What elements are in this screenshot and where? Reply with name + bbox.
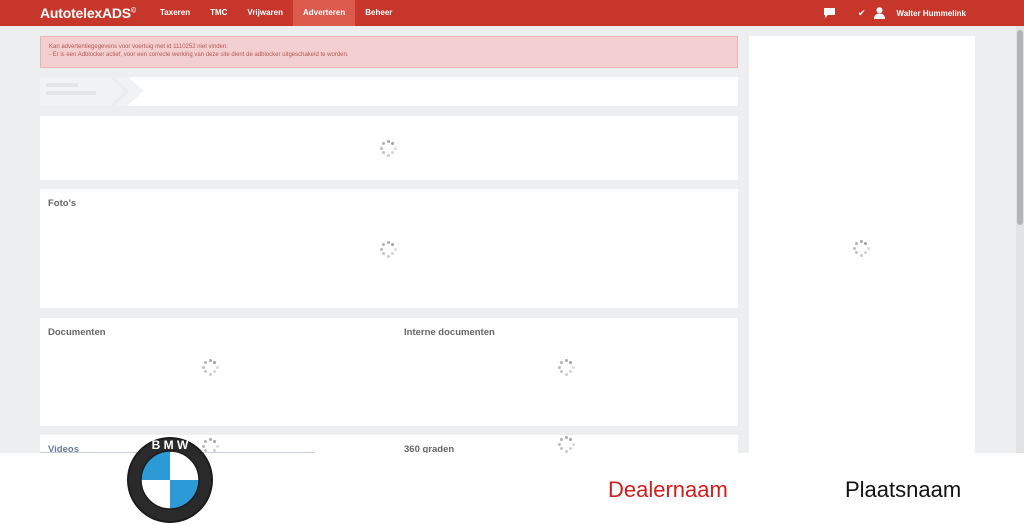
spinner-dot [391,141,395,145]
spinner-dot [386,254,390,258]
spinner-dot [559,360,563,364]
spinner-dot [381,151,385,155]
placeholder-line [46,83,78,87]
dealer-name: Dealernaam [608,477,728,502]
spinner-dot [564,372,568,376]
nav-item-vrijwaren[interactable]: Vrijwaren [237,0,293,26]
spinner-dot [859,239,863,243]
spinner-dot [208,358,212,362]
spinner-dot [569,360,573,364]
page-scrollbar[interactable] [1016,26,1024,453]
spinner-dot [391,151,395,155]
documents-card: Documenten Interne documenten [40,318,738,426]
spinner-dot [559,370,563,374]
spinner-dot [215,365,219,369]
spinner-dot [866,246,870,250]
right-sidebar-panel [749,36,975,453]
spinner-dot [386,153,390,157]
spinner-dot [391,242,395,246]
scrollbar-thumb[interactable] [1017,30,1023,225]
documents-title: Documenten [48,327,106,338]
loading-spinner-icon [201,358,219,376]
spinner-dot [571,365,575,369]
spinner-dot [569,370,573,374]
user-area: ✔ Walter Hummelink [823,0,966,26]
adblocker-alert: Kan advertentiegegevens voor voertuig me… [40,36,738,68]
spinner-dot [203,360,207,364]
nav-item-tmc[interactable]: TMC [200,0,237,26]
spinner-dot [864,241,868,245]
spinner-dot [381,141,385,145]
spinner-dot [564,435,568,439]
spinner-dot [852,246,856,250]
nav-item-beheer[interactable]: Beheer [355,0,402,26]
placeholder-line [46,91,96,95]
top-navigation-bar: AutotelexADS© Taxeren TMC Vrijwaren Adve… [0,0,1024,26]
app-logo[interactable]: AutotelexADS© [40,5,136,21]
loading-spinner-icon [557,435,575,453]
check-icon[interactable]: ✔ [858,8,866,19]
spinner-dot [379,247,383,251]
spinner-dot [381,242,385,246]
main-nav: Taxeren TMC Vrijwaren Adverteren Beheer [150,0,402,26]
spinner-dot [386,139,390,143]
chat-icon[interactable] [823,7,836,19]
loading-spinner-icon [557,358,575,376]
spinner-dot [381,252,385,256]
spinner-dot [386,240,390,244]
spinner-dot [854,251,858,255]
photos-card: Foto's [40,189,738,308]
spinner-dot [557,442,561,446]
spinner-dot [203,370,207,374]
vehicle-info-card [40,116,738,180]
spinner-dot [201,365,205,369]
breadcrumb-chevron [110,77,130,106]
spinner-dot [393,146,397,150]
photos-title: Foto's [48,198,77,209]
spinner-dot [569,437,573,441]
spinner-dot [569,447,573,451]
spinner-dot [564,358,568,362]
user-name[interactable]: Walter Hummelink [897,9,967,18]
bmw-logo-lettering: B M W [152,438,189,452]
spinner-dot [559,447,563,451]
degrees-360-title: 360 graden [404,444,455,453]
user-icon[interactable] [873,7,885,19]
spinner-dot [864,251,868,255]
spinner-dot [391,252,395,256]
internal-documents-title: Interne documenten [404,327,495,338]
breadcrumb-arrow [128,77,144,105]
nav-item-taxeren[interactable]: Taxeren [150,0,200,26]
spinner-dot [379,146,383,150]
spinner-dot [213,370,217,374]
alert-line-2: - Er is een Adblocker actief, voor een c… [49,52,349,58]
place-name: Plaatsnaam [845,477,962,502]
loading-spinner-icon [379,240,397,258]
spinner-dot [854,241,858,245]
spinner-dot [393,247,397,251]
bmw-logo: B M W [126,436,214,524]
spinner-dot [859,253,863,257]
spinner-dot [213,360,217,364]
loading-spinner-icon [852,239,870,257]
spinner-dot [215,444,219,448]
nav-item-adverteren[interactable]: Adverteren [293,0,356,26]
alert-line-1: Kan advertentiegegevens voor voertuig me… [49,44,228,50]
loading-spinner-icon [379,139,397,157]
breadcrumb-placeholder [40,77,738,106]
spinner-dot [571,442,575,446]
spinner-dot [208,372,212,376]
spinner-dot [557,365,561,369]
spinner-dot [559,437,563,441]
